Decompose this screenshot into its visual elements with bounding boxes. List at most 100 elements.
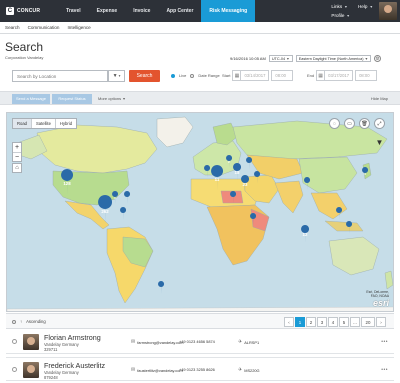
pagination-prev[interactable]: ‹ <box>284 317 294 327</box>
start-range: Start ▦ 03/14/2017 08:00 <box>222 70 294 81</box>
traveler-email[interactable]: ✉ faustertlitz@vandelay.com <box>131 367 183 373</box>
timezone-select[interactable]: Eastern Daylight Time (North America) ▼ <box>295 55 372 62</box>
nav-travel[interactable]: Travel <box>58 0 88 22</box>
zoom-out-button[interactable]: − <box>13 152 21 161</box>
traveler-id: 879248 <box>44 375 58 380</box>
hide-map-link[interactable]: Hide Map <box>371 96 388 101</box>
links-label: Links <box>331 4 343 9</box>
end-date-value: 03/17/2017 <box>328 73 350 78</box>
traveler-name[interactable]: Frederick Austerlitz <box>44 361 105 370</box>
sort-label: Ascending <box>26 319 46 324</box>
page-5[interactable]: 5 <box>339 317 349 327</box>
mail-icon: ✉ <box>131 339 136 345</box>
traveler-id: 329711 <box>44 347 58 352</box>
table-row[interactable]: Florian Armstrong Vandelay Germany 32971… <box>6 330 394 354</box>
land-china <box>298 156 358 194</box>
subnav-communication[interactable]: Communication <box>28 25 60 30</box>
start-time-field[interactable]: 08:00 <box>271 70 294 81</box>
traveler-email[interactable]: ✉ farmstrong@vandelay.com <box>131 339 183 345</box>
tab-hybrid[interactable]: Hybrid <box>56 119 76 128</box>
pagination-next[interactable]: › <box>376 317 386 327</box>
map-canvas: 128 262 11 18 23 12 1 2 4 <box>7 116 393 311</box>
profile-menu[interactable]: Profile ▼ <box>331 13 350 18</box>
nav-invoice[interactable]: Invoice <box>125 0 158 22</box>
send-message-button[interactable]: Send a Message <box>12 94 50 104</box>
map-pin[interactable] <box>158 281 165 294</box>
concur-logo[interactable]: C CONCUR <box>0 0 46 22</box>
end-range: End ▦ 03/17/2017 08:00 <box>307 70 378 81</box>
map-pin[interactable] <box>120 207 127 220</box>
help-menu[interactable]: Help ▼ <box>358 4 373 9</box>
airplane-icon: ✈ <box>238 367 243 373</box>
sort-control[interactable]: ↑ Ascending <box>12 319 46 324</box>
row-checkbox[interactable] <box>12 367 17 372</box>
utc-select[interactable]: UTC-04 ▼ <box>268 55 293 62</box>
row-menu-icon[interactable]: ••• <box>381 367 388 373</box>
row-checkbox[interactable] <box>12 339 17 344</box>
request-status-button[interactable]: Request Status <box>52 94 92 104</box>
land-antarctica <box>7 306 393 311</box>
page-1[interactable]: 1 <box>295 317 305 327</box>
profile-label: Profile <box>331 13 345 18</box>
radio-date-range[interactable] <box>190 73 195 78</box>
world-map[interactable]: 128 262 11 18 23 12 1 2 4 Road Satellite… <box>6 112 394 312</box>
tab-satellite[interactable]: Satellite <box>32 119 56 128</box>
end-label: End <box>307 73 315 78</box>
cluster-label: 262 <box>101 209 109 214</box>
fullscreen-icon[interactable]: ⤢ <box>374 118 385 129</box>
settings-gear-icon[interactable]: ⚙ <box>374 55 382 62</box>
select-all-checkbox[interactable] <box>12 319 16 324</box>
help-label: Help <box>357 4 368 9</box>
traveler-name[interactable]: Florian Armstrong <box>44 333 101 342</box>
tab-road[interactable]: Road <box>13 119 33 128</box>
lasso-icon[interactable]: ◌ <box>329 118 340 129</box>
results-toolbar: ↑ Ascending ‹ 1 2 3 4 5 ... 20 › <box>6 313 394 329</box>
search-button[interactable]: Search <box>129 70 160 82</box>
map-cluster-12[interactable]: 12 <box>301 225 310 243</box>
nav-risk-messaging[interactable]: Risk Messaging <box>201 0 256 22</box>
start-date-value: 03/14/2017 <box>244 73 266 78</box>
cluster-label: 23 <box>243 182 248 187</box>
page-4[interactable]: 4 <box>328 317 338 327</box>
page-20[interactable]: 20 <box>361 317 375 327</box>
location-search-field[interactable] <box>12 70 108 82</box>
start-date-field[interactable]: ▦ 03/14/2017 <box>232 70 270 81</box>
user-avatar[interactable] <box>379 2 397 20</box>
cluster-label: 18 <box>235 170 240 175</box>
page-2[interactable]: 2 <box>306 317 316 327</box>
map-cluster-18[interactable]: 18 <box>233 163 242 181</box>
nav-app-center[interactable]: App Center <box>158 0 201 22</box>
end-time-field[interactable]: 08:00 <box>355 70 378 81</box>
radio-live-label: Live <box>179 73 187 78</box>
page-title: Search <box>5 40 44 54</box>
map-pin[interactable] <box>124 191 131 204</box>
subnav-intelligence[interactable]: Intelligence <box>67 25 90 30</box>
trash-icon[interactable]: 🗑 <box>359 118 370 129</box>
zoom-in-button[interactable]: + <box>13 143 21 152</box>
search-input[interactable] <box>13 73 91 79</box>
logo-text: CONCUR <box>17 8 41 14</box>
chevron-down-icon: ▼ <box>346 13 350 18</box>
subnav-search[interactable]: Search <box>5 25 20 30</box>
avatar <box>23 362 39 378</box>
chevron-down-icon: ▼ <box>364 56 369 61</box>
radio-live[interactable] <box>171 73 175 78</box>
land-southeast-asia <box>310 192 348 220</box>
chevron-down-icon: ▼ <box>369 4 373 9</box>
map-filter-icon[interactable]: ▼ <box>374 137 385 148</box>
rectangle-select-icon[interactable]: ▭ <box>344 118 355 129</box>
land-canada <box>36 124 158 174</box>
links-menu[interactable]: Links ▼ <box>331 4 350 9</box>
search-filter-button[interactable]: ▼ ▾ <box>108 70 125 82</box>
end-date-field[interactable]: ▦ 03/17/2017 <box>316 70 354 81</box>
row-menu-icon[interactable]: ••• <box>381 339 388 345</box>
page-3[interactable]: 3 <box>317 317 327 327</box>
more-options-menu[interactable]: More options ▼ <box>98 96 126 101</box>
sort-arrow-icon: ↑ <box>20 319 23 324</box>
cluster-label: 11 <box>215 177 220 182</box>
map-pin[interactable] <box>246 157 253 170</box>
home-icon[interactable]: ⌂ <box>12 163 22 173</box>
nav-expense[interactable]: Expense <box>89 0 126 22</box>
timezone-value: Eastern Daylight Time (North America) <box>298 56 364 61</box>
table-row[interactable]: Frederick Austerlitz Vandelay Germany 87… <box>6 357 394 381</box>
